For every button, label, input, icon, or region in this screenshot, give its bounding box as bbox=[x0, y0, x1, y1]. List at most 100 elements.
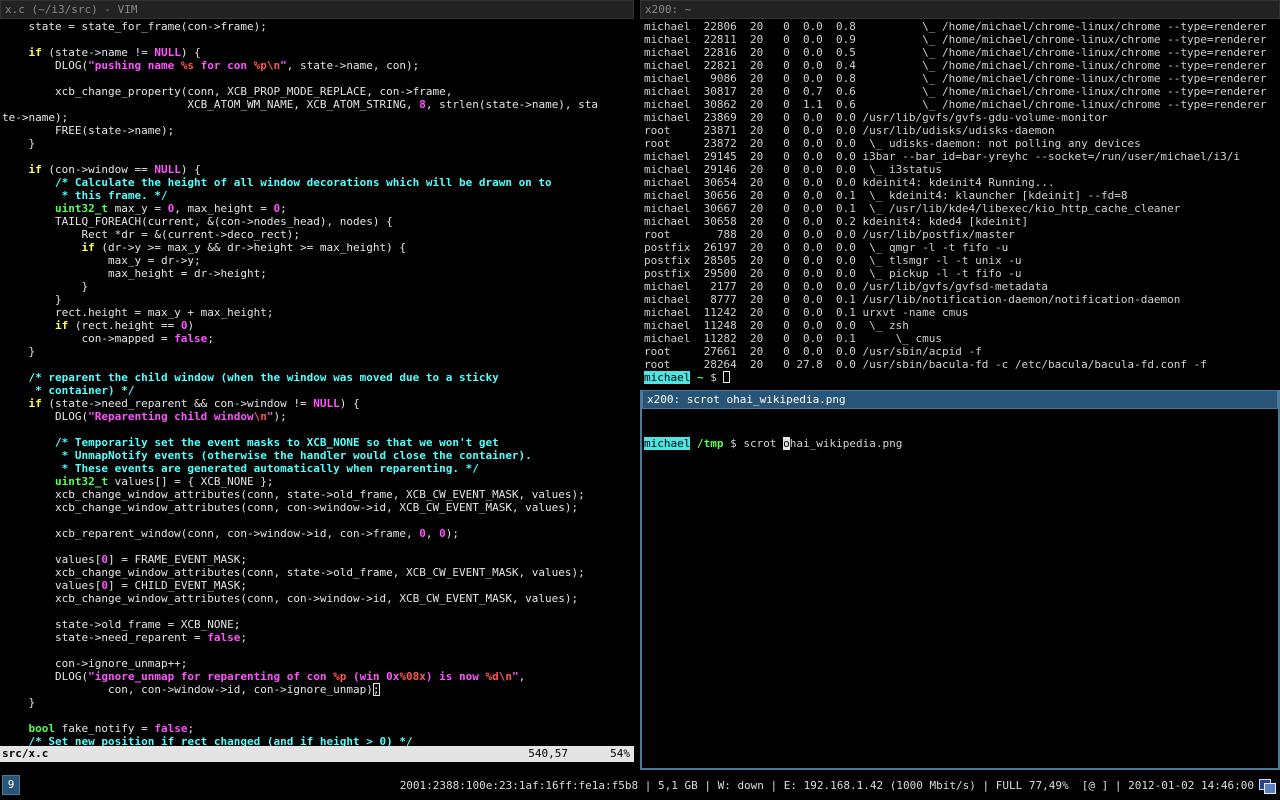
vim-statusline: src/x.c 540,57 54% bbox=[0, 746, 634, 762]
process-row: root 23872 20 0 0.0 0.0 \_ udisks-daemon… bbox=[644, 137, 1280, 150]
vim-scroll-percent: 54% bbox=[610, 746, 630, 762]
code-line bbox=[2, 514, 634, 527]
process-row: root 27661 20 0 0.0 0.0 /usr/sbin/acpid … bbox=[644, 345, 1280, 358]
process-row: postfix 26197 20 0 0.0 0.0 \_ qmgr -l -t… bbox=[644, 241, 1280, 254]
process-row: michael 23869 20 0 0.0 0.0 /usr/lib/gvfs… bbox=[644, 111, 1280, 124]
code-line: xcb_reparent_window(conn, con->window->i… bbox=[2, 527, 634, 540]
code-line: DLOG("pushing name %s for con %p\n", sta… bbox=[2, 59, 634, 72]
prompt-cwd: ~ bbox=[697, 371, 704, 384]
process-row: michael 22816 20 0 0.0 0.5 \_ /home/mich… bbox=[644, 46, 1280, 59]
code-line: con, con->window->id, con->ignore_unmap)… bbox=[2, 683, 634, 696]
vim-cursor-position: 540,57 bbox=[528, 746, 568, 762]
code-line: XCB_ATOM_WM_NAME, XCB_ATOM_STRING, 8, st… bbox=[2, 98, 634, 111]
process-terminal-title: x200: ~ bbox=[645, 3, 691, 16]
code-line bbox=[2, 33, 634, 46]
process-row: michael 9086 20 0 0.0 0.8 \_ /home/micha… bbox=[644, 72, 1280, 85]
code-line: con->mapped = false; bbox=[2, 332, 634, 345]
code-line: te->name); bbox=[2, 111, 634, 124]
scrot-terminal-title: x200: scrot ohai_wikipedia.png bbox=[647, 393, 846, 406]
code-line bbox=[2, 423, 634, 436]
code-line: } bbox=[2, 293, 634, 306]
code-line: state->need_reparent = false; bbox=[2, 631, 634, 644]
code-line: state = state_for_frame(con->frame); bbox=[2, 20, 634, 33]
code-line: xcb_change_window_attributes(conn, state… bbox=[2, 566, 634, 579]
vim-window[interactable]: x.c (~/i3/src) - VIM state = state_for_f… bbox=[0, 0, 634, 770]
process-row: michael 22821 20 0 0.0 0.4 \_ /home/mich… bbox=[644, 59, 1280, 72]
code-line: uint32_t values[] = { XCB_NONE }; bbox=[2, 475, 634, 488]
command-text-after-cursor: hai_wikipedia.png bbox=[790, 437, 903, 450]
code-line: if (rect.height == 0) bbox=[2, 319, 634, 332]
i3status-text: 2001:2388:100e:23:1af:16ff:fe1a:f5b8 | 5… bbox=[400, 772, 1254, 800]
process-row: michael 30817 20 0 0.7 0.6 \_ /home/mich… bbox=[644, 85, 1280, 98]
process-row: michael 29145 20 0 0.0 0.0 i3bar --bar_i… bbox=[644, 150, 1280, 163]
vim-title: x.c (~/i3/src) - VIM bbox=[5, 3, 137, 16]
code-line: /* reparent the child window (when the w… bbox=[2, 371, 634, 384]
code-line: * These events are generated automatical… bbox=[2, 462, 634, 475]
code-line bbox=[2, 72, 634, 85]
code-line: if (state->name != NULL) { bbox=[2, 46, 634, 59]
process-row: michael 22811 20 0 0.0 0.9 \_ /home/mich… bbox=[644, 33, 1280, 46]
prompt-username: michael bbox=[644, 371, 690, 384]
scrot-terminal-window[interactable]: x200: scrot ohai_wikipedia.png michael /… bbox=[640, 390, 1280, 770]
code-line: DLOG("ignore_unmap for reparenting of co… bbox=[2, 670, 634, 683]
code-line: } bbox=[2, 280, 634, 293]
code-line: Rect *dr = &(current->deco_rect); bbox=[2, 228, 634, 241]
process-row: michael 11242 20 0 0.0 0.1 urxvt -name c… bbox=[644, 306, 1280, 319]
code-line: bool fake_notify = false; bbox=[2, 722, 634, 735]
vim-statusline-filename: src/x.c bbox=[2, 746, 48, 762]
code-line: rect.height = max_y + max_height; bbox=[2, 306, 634, 319]
process-row: michael 2177 20 0 0.0 0.0 /usr/lib/gvfs/… bbox=[644, 280, 1280, 293]
shell-prompt-line: michael ~ $ bbox=[644, 371, 1280, 384]
code-line: max_y = dr->y; bbox=[2, 254, 634, 267]
desktop: x.c (~/i3/src) - VIM state = state_for_f… bbox=[0, 0, 1280, 800]
code-line: values[0] = FRAME_EVENT_MASK; bbox=[2, 553, 634, 566]
terminal-cursor bbox=[723, 371, 730, 383]
process-list[interactable]: michael 22806 20 0 0.0 0.8 \_ /home/mich… bbox=[644, 20, 1280, 384]
process-terminal-titlebar[interactable]: x200: ~ bbox=[640, 0, 1280, 19]
code-line: xcb_change_window_attributes(conn, con->… bbox=[2, 592, 634, 605]
code-line: if (state->need_reparent && con->window … bbox=[2, 397, 634, 410]
code-line bbox=[2, 358, 634, 371]
code-line: * this frame. */ bbox=[2, 189, 634, 202]
i3bar: 9 2001:2388:100e:23:1af:16ff:fe1a:f5b8 |… bbox=[0, 772, 1280, 800]
process-row: postfix 28505 20 0 0.0 0.0 \_ tlsmgr -l … bbox=[644, 254, 1280, 267]
code-line: max_height = dr->height; bbox=[2, 267, 634, 280]
code-line: uint32_t max_y = 0, max_height = 0; bbox=[2, 202, 634, 215]
code-line: xcb_change_property(conn, XCB_PROP_MODE_… bbox=[2, 85, 634, 98]
process-row: michael 11282 20 0 0.0 0.1 \_ cmus bbox=[644, 332, 1280, 345]
vim-titlebar[interactable]: x.c (~/i3/src) - VIM bbox=[0, 0, 634, 19]
code-line: values[0] = CHILD_EVENT_MASK; bbox=[2, 579, 634, 592]
code-line bbox=[2, 644, 634, 657]
process-row: michael 30654 20 0 0.0 0.0 kdeinit4: kde… bbox=[644, 176, 1280, 189]
code-line: } bbox=[2, 345, 634, 358]
vim-code[interactable]: state = state_for_frame(con->frame); if … bbox=[2, 20, 634, 748]
systray-windows-icon[interactable] bbox=[1259, 779, 1275, 793]
code-line: * UnmapNotify events (otherwise the hand… bbox=[2, 449, 634, 462]
code-line: con->ignore_unmap++; bbox=[2, 657, 634, 670]
process-row: michael 30667 20 0 0.0 0.1 \_ /usr/lib/k… bbox=[644, 202, 1280, 215]
shell-prompt-line: michael /tmp $ scrot ohai_wikipedia.png bbox=[644, 437, 1278, 450]
process-row: michael 22806 20 0 0.0 0.8 \_ /home/mich… bbox=[644, 20, 1280, 33]
command-text-before-cursor: scrot bbox=[743, 437, 783, 450]
code-line: FREE(state->name); bbox=[2, 124, 634, 137]
process-row: michael 30658 20 0 0.0 0.2 kdeinit4: kde… bbox=[644, 215, 1280, 228]
code-line bbox=[2, 540, 634, 553]
workspace-button-9[interactable]: 9 bbox=[2, 775, 20, 795]
process-row: root 23871 20 0 0.0 0.0 /usr/lib/udisks/… bbox=[644, 124, 1280, 137]
tray-icon-front-square bbox=[1264, 783, 1276, 794]
scrot-terminal-titlebar[interactable]: x200: scrot ohai_wikipedia.png bbox=[642, 390, 1278, 409]
process-row: root 788 20 0 0.0 0.0 /usr/lib/postfix/m… bbox=[644, 228, 1280, 241]
scrot-terminal-content[interactable]: michael /tmp $ scrot ohai_wikipedia.png bbox=[644, 411, 1278, 476]
code-line: /* Temporarily set the event masks to XC… bbox=[2, 436, 634, 449]
code-line: } bbox=[2, 696, 634, 709]
code-line: } bbox=[2, 137, 634, 150]
code-line bbox=[2, 605, 634, 618]
code-line: xcb_change_window_attributes(conn, state… bbox=[2, 488, 634, 501]
code-line: state->old_frame = XCB_NONE; bbox=[2, 618, 634, 631]
code-line bbox=[2, 709, 634, 722]
prompt-symbol: $ bbox=[730, 437, 737, 450]
process-terminal-window[interactable]: x200: ~ michael 22806 20 0 0.0 0.8 \_ /h… bbox=[640, 0, 1280, 388]
process-row: michael 11248 20 0 0.0 0.0 \_ zsh bbox=[644, 319, 1280, 332]
code-line: TAILQ_FOREACH(current, &(con->nodes_head… bbox=[2, 215, 634, 228]
process-row: michael 30862 20 0 1.1 0.6 \_ /home/mich… bbox=[644, 98, 1280, 111]
